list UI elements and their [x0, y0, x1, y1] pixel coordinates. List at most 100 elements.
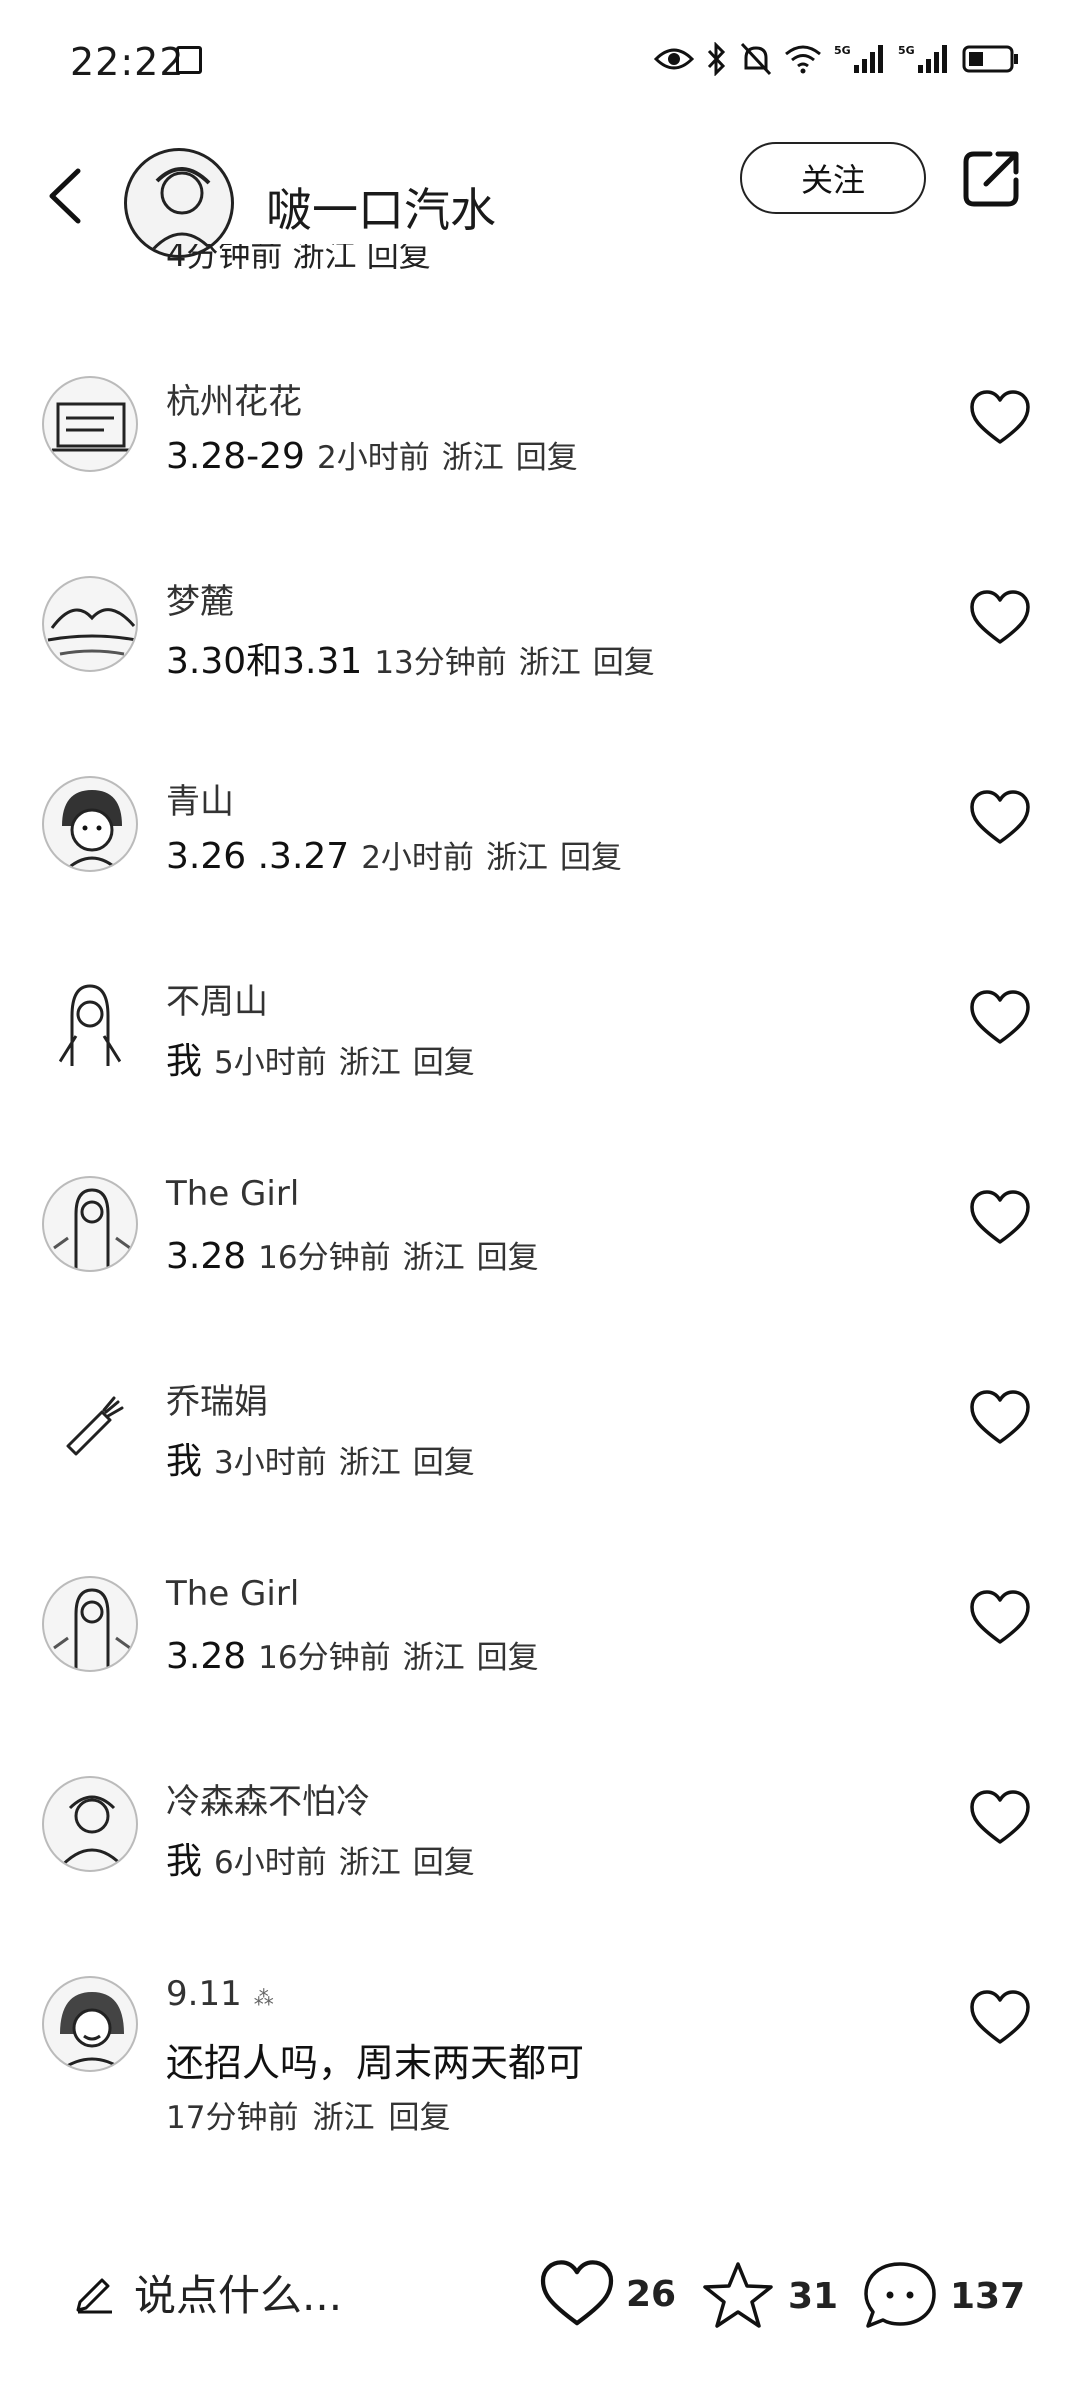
svg-text:5G: 5G: [898, 44, 915, 57]
commenter-name[interactable]: The Girl: [166, 1174, 299, 1214]
commenter-avatar[interactable]: [42, 1376, 138, 1472]
reply-button[interactable]: 回复: [516, 440, 578, 476]
pen-icon[interactable]: [72, 2270, 116, 2314]
comment-input[interactable]: 说点什么...: [134, 2262, 342, 2323]
commenter-name[interactable]: The Girl: [166, 1574, 299, 1614]
like-heart-icon[interactable]: [970, 1790, 1030, 1846]
commenter-avatar[interactable]: [42, 1176, 138, 1272]
reply-button[interactable]: 回复: [413, 1045, 475, 1081]
comment-location: 浙江: [402, 1640, 465, 1676]
status-icons: 5G 5G: [654, 42, 1020, 76]
reply-button[interactable]: 回复: [477, 1240, 539, 1276]
comment-time: 2小时前: [361, 840, 474, 876]
avatar-image: [58, 1992, 126, 2070]
comment-item[interactable]: 梦麓 3.30和3.31 13分钟前 浙江 回复: [0, 576, 1080, 776]
comment-location: 浙江: [338, 1845, 401, 1881]
collect-count: 31: [788, 2275, 839, 2317]
reply-button[interactable]: 回复: [388, 2100, 450, 2136]
like-heart-icon[interactable]: [970, 590, 1030, 646]
like-heart-icon[interactable]: [970, 1590, 1030, 1646]
signal-5g-icon: 5G: [898, 44, 947, 73]
commenter-name[interactable]: 不周山: [166, 974, 268, 1023]
comment-item[interactable]: 冷森森不怕冷 我 6小时前 浙江 回复: [0, 1776, 1080, 1976]
back-button[interactable]: [38, 164, 92, 228]
comment-item[interactable]: 杭州花花 3.28-29 2小时前 浙江 回复: [0, 376, 1080, 576]
comment-item[interactable]: The Girl 3.28 16分钟前 浙江 回复: [0, 1574, 1080, 1776]
comment-text: 我 3小时前 浙江 回复: [166, 1441, 475, 1482]
commenter-name[interactable]: 杭州花花: [166, 374, 302, 423]
commenter-name[interactable]: 梦麓: [166, 574, 234, 623]
mute-icon: [740, 42, 772, 76]
comment-text: 3.28 16分钟前 浙江 回复: [166, 1636, 539, 1677]
comment-meta: 17分钟前 浙江 回复: [166, 2092, 450, 2137]
avatar-image: [62, 790, 122, 870]
comment-stat-button[interactable]: 137: [862, 2260, 1025, 2332]
comment-time: 17分钟前: [166, 2100, 299, 2136]
commenter-avatar[interactable]: [42, 1976, 138, 2072]
comment-time: 2小时前: [316, 440, 430, 476]
reply-button[interactable]: 回复: [593, 645, 655, 681]
eye-icon: [654, 48, 694, 70]
star-icon: [703, 2262, 773, 2328]
like-heart-icon[interactable]: [970, 1390, 1030, 1446]
collect-stat-button[interactable]: 31: [700, 2260, 838, 2332]
svg-text:5G: 5G: [834, 44, 851, 57]
like-heart-icon[interactable]: [970, 790, 1030, 846]
comment-location: 浙江: [338, 1045, 401, 1081]
comment-time: 13分钟前: [374, 645, 507, 681]
commenter-avatar[interactable]: [42, 1776, 138, 1872]
commenter-name[interactable]: 9.11 ⁂: [166, 1974, 274, 2014]
comment-item[interactable]: 青山 3.26 .3.27 2小时前 浙江 回复: [0, 776, 1080, 976]
commenter-avatar[interactable]: [42, 776, 138, 872]
like-heart-icon[interactable]: [970, 390, 1030, 446]
commenter-name[interactable]: 乔瑞娟: [166, 1374, 268, 1423]
wifi-icon: [785, 45, 821, 74]
comment-item[interactable]: 9.11 ⁂ 还招人吗，周末两天都可 17分钟前 浙江 回复: [0, 1974, 1080, 2196]
reply-button[interactable]: 回复: [413, 1845, 475, 1881]
notification-icon: [176, 46, 202, 74]
commenter-name[interactable]: 冷森森不怕冷: [166, 1774, 370, 1823]
comment-item[interactable]: 乔瑞娟 我 3小时前 浙江 回复: [0, 1376, 1080, 1576]
partial-comment-meta: 4分钟前 浙江 回复: [166, 244, 431, 274]
heart-icon: [540, 2260, 614, 2326]
comment-text: 我 5小时前 浙江 回复: [166, 1041, 475, 1082]
like-heart-icon[interactable]: [970, 1990, 1030, 2046]
like-heart-icon[interactable]: [970, 1190, 1030, 1246]
battery-icon: [962, 45, 1018, 73]
avatar-image: [53, 1188, 131, 1270]
comment-location: 浙江: [485, 840, 548, 876]
avatar-portrait: [146, 167, 218, 255]
like-count: 26: [626, 2273, 677, 2315]
reply-button[interactable]: 回复: [560, 840, 622, 876]
commenter-avatar[interactable]: [42, 976, 138, 1072]
comment-text: 3.30和3.31 13分钟前 浙江 回复: [166, 641, 655, 682]
avatar-image: [47, 608, 136, 656]
like-heart-icon[interactable]: [970, 990, 1030, 1046]
share-icon: [963, 151, 1019, 207]
comment-time: 16分钟前: [258, 1640, 391, 1676]
comment-location: 浙江: [402, 1240, 465, 1276]
commenter-name[interactable]: 青山: [166, 774, 234, 823]
comment-bubble-icon: [864, 2262, 936, 2328]
comment-count: 137: [950, 2275, 1026, 2317]
comment-time: 6小时前: [214, 1845, 327, 1881]
carrot-icon: [66, 1396, 124, 1456]
reply-button[interactable]: 回复: [413, 1445, 475, 1481]
avatar-image: [52, 402, 132, 452]
author-avatar[interactable]: [124, 148, 234, 258]
bluetooth-icon: [707, 42, 726, 76]
comment-item[interactable]: The Girl 3.28 16分钟前 浙江 回复: [0, 1174, 1080, 1376]
commenter-avatar[interactable]: [42, 1576, 138, 1672]
comment-location: 浙江: [338, 1445, 401, 1481]
bottom-action-bar: 说点什么... 26 31 137: [0, 2230, 1080, 2370]
commenter-avatar[interactable]: [42, 576, 138, 672]
share-button[interactable]: [960, 146, 1024, 210]
follow-button[interactable]: 关注: [740, 142, 926, 214]
commenter-avatar[interactable]: [42, 376, 138, 472]
like-stat-button[interactable]: 26: [540, 2260, 676, 2328]
chevron-left-icon: [49, 168, 81, 224]
comment-item[interactable]: 不周山 我 5小时前 浙江 回复: [0, 976, 1080, 1176]
comment-text: 3.26 .3.27 2小时前 浙江 回复: [166, 836, 622, 877]
reply-button[interactable]: 回复: [477, 1640, 539, 1676]
author-name[interactable]: 啵一口汽水: [266, 174, 496, 240]
